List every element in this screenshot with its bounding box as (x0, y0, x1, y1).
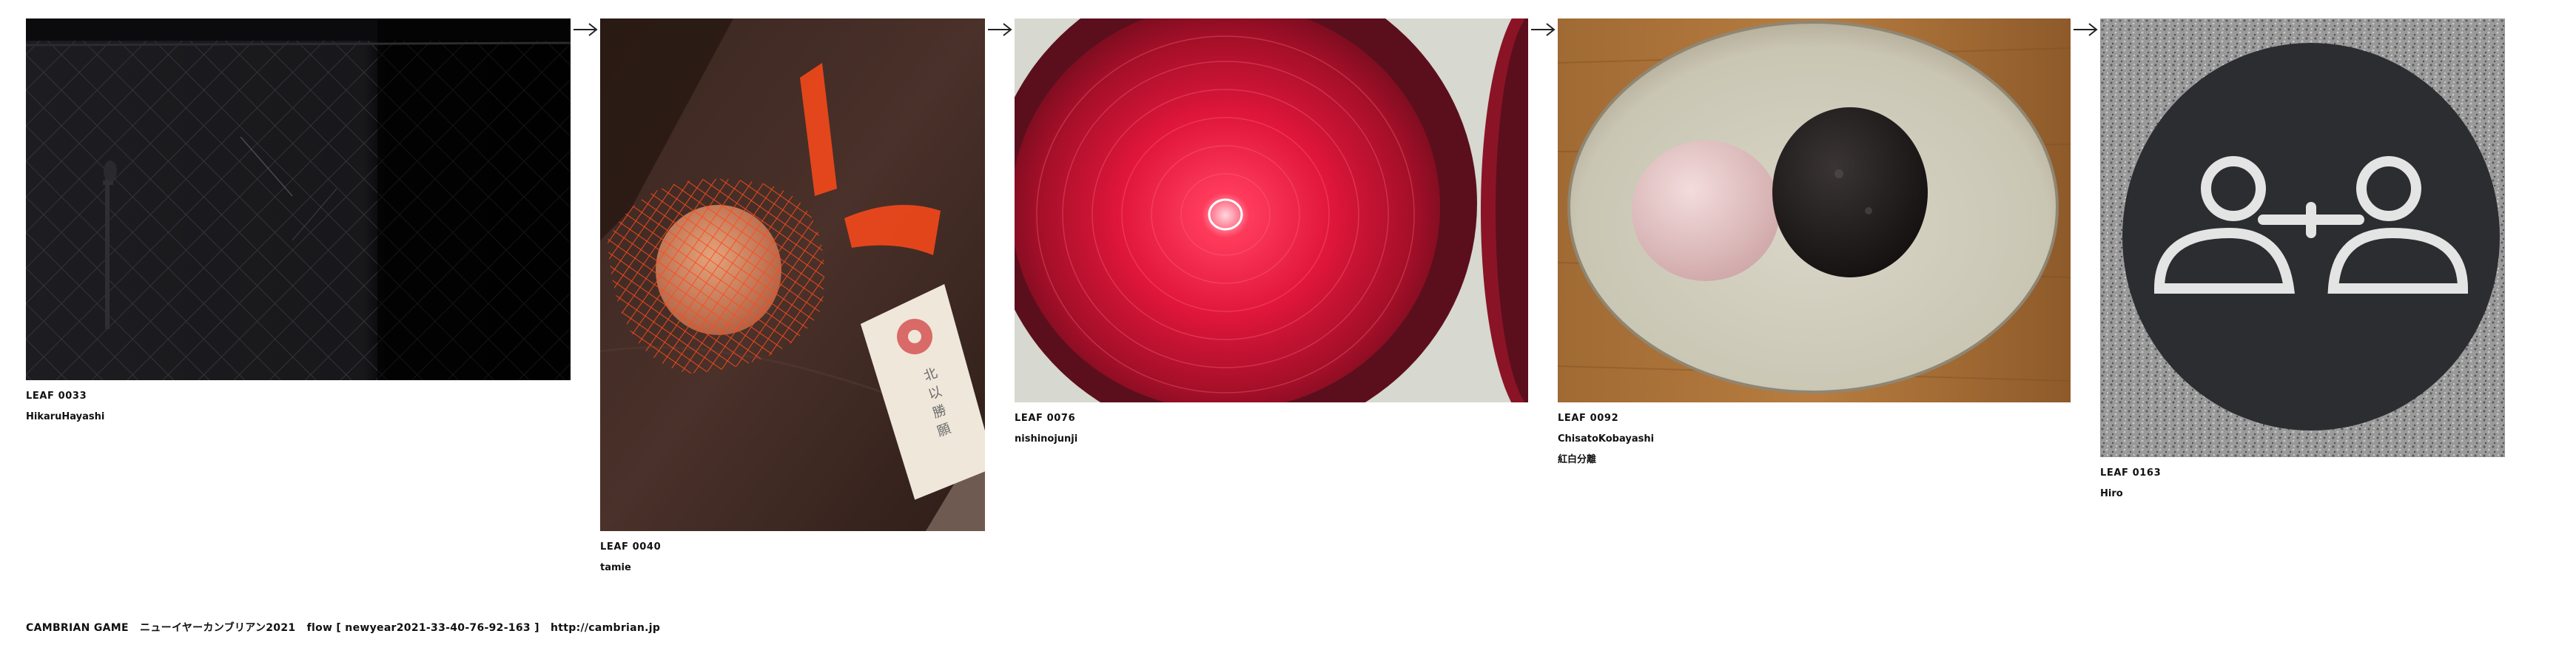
leaf-author[interactable]: Hiro (2100, 487, 2505, 501)
leaf-id: LEAF 0163 (2100, 467, 2162, 479)
leaf-title: 紅白分離 (1558, 454, 1597, 465)
mesh-bag-photo: 北 以 勝 願 (600, 18, 985, 531)
footer: CAMBRIAN GAME ニューイヤーカンブリアン2021 flow [ ne… (26, 620, 667, 635)
right-arrow-icon (988, 23, 1012, 36)
right-arrow-icon (1531, 23, 1556, 36)
sweets-bowl-photo (1558, 18, 2071, 402)
leaf-photo[interactable] (2100, 18, 2505, 457)
leaf-author[interactable]: HikaruHayashi (26, 411, 571, 424)
right-arrow-icon (2074, 23, 2098, 36)
footer-game: CAMBRIAN GAME (26, 622, 129, 634)
leaf-card: LEAF 0163 Hiro (2100, 18, 2505, 501)
leaf-photo[interactable]: 北 以 勝 願 (600, 18, 985, 531)
leaf-id: LEAF 0040 (600, 541, 662, 553)
leaf-author[interactable]: tamie (600, 561, 985, 575)
leaf-card: LEAF 0092 ChisatoKobayashi 紅白分離 (1558, 18, 2071, 467)
leaf-card: LEAF 0033 HikaruHayashi (26, 18, 571, 424)
leaf-id: LEAF 0076 (1015, 413, 1076, 424)
leaf-author[interactable]: nishinojunji (1015, 433, 1528, 446)
footer-event: ニューイヤーカンブリアン2021 (140, 622, 296, 634)
red-lamp-photo (1015, 18, 1528, 402)
fence-photo (26, 18, 571, 380)
flow-page: LEAF 0033 HikaruHayashi 北 以 勝 願 LEAF 004… (0, 0, 2576, 645)
leaf-id: LEAF 0092 (1558, 413, 1619, 424)
right-arrow-icon (574, 23, 598, 36)
leaf-card: LEAF 0076 nishinojunji (1015, 18, 1528, 446)
leaf-photo[interactable] (1015, 18, 1528, 402)
leaf-author[interactable]: ChisatoKobayashi (1558, 433, 2071, 446)
leaf-card: 北 以 勝 願 LEAF 0040 tamie (600, 18, 985, 575)
footer-flow: flow [ newyear2021-33-40-76-92-163 ] (306, 622, 539, 634)
leaf-id: LEAF 0033 (26, 391, 87, 402)
leaf-photo[interactable] (1558, 18, 2071, 402)
footer-url-link[interactable]: http://cambrian.jp (551, 622, 660, 634)
floor-sign-photo (2100, 18, 2505, 457)
leaf-photo[interactable] (26, 18, 571, 380)
